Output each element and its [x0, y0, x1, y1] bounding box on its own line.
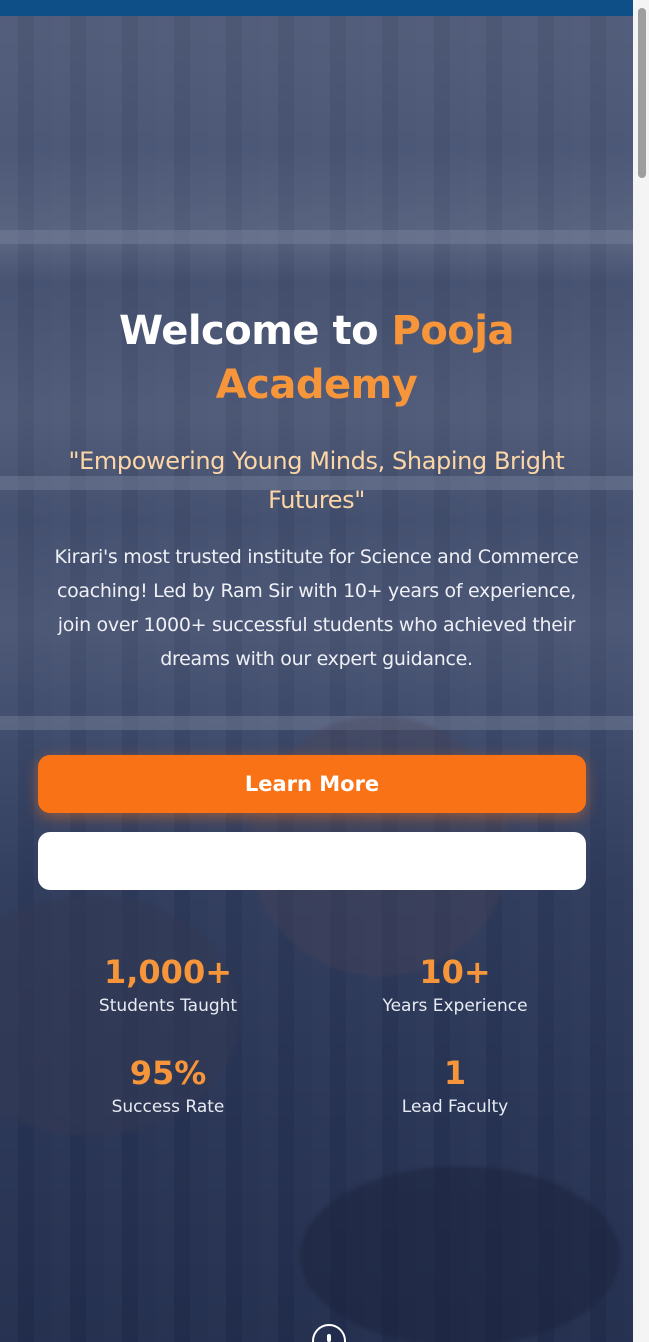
page-scrollbar[interactable] — [633, 0, 649, 1342]
stat-lead-faculty: 1 Lead Faculty — [325, 1053, 585, 1119]
hero-content: Welcome to Pooja Academy "Empowering You… — [0, 0, 633, 1342]
hero-title: Welcome to Pooja Academy — [30, 304, 603, 412]
stat-students-taught: 1,000+ Students Taught — [38, 952, 298, 1018]
stat-label: Lead Faculty — [401, 1097, 509, 1117]
stat-value: 1 — [443, 1054, 467, 1092]
learn-more-button[interactable]: Learn More — [38, 755, 586, 813]
hero-tagline: "Empowering Young Minds, Shaping Bright … — [68, 447, 565, 514]
stat-label: Years Experience — [382, 996, 528, 1016]
secondary-button[interactable] — [38, 832, 586, 890]
stat-value: 95% — [129, 1054, 207, 1092]
stat-value: 10+ — [419, 953, 491, 991]
hero-title-prefix: Welcome to — [119, 308, 392, 354]
scrollbar-thumb[interactable] — [638, 8, 646, 178]
stat-label: Success Rate — [111, 1097, 225, 1117]
stat-value: 1,000+ — [103, 953, 233, 991]
top-header-bar — [0, 0, 633, 16]
stat-years-experience: 10+ Years Experience — [325, 952, 585, 1018]
page: Welcome to Pooja Academy "Empowering You… — [0, 0, 649, 1342]
hero-description: Kirari's most trusted institute for Scie… — [54, 546, 579, 670]
stat-success-rate: 95% Success Rate — [38, 1053, 298, 1119]
stat-label: Students Taught — [98, 996, 238, 1016]
